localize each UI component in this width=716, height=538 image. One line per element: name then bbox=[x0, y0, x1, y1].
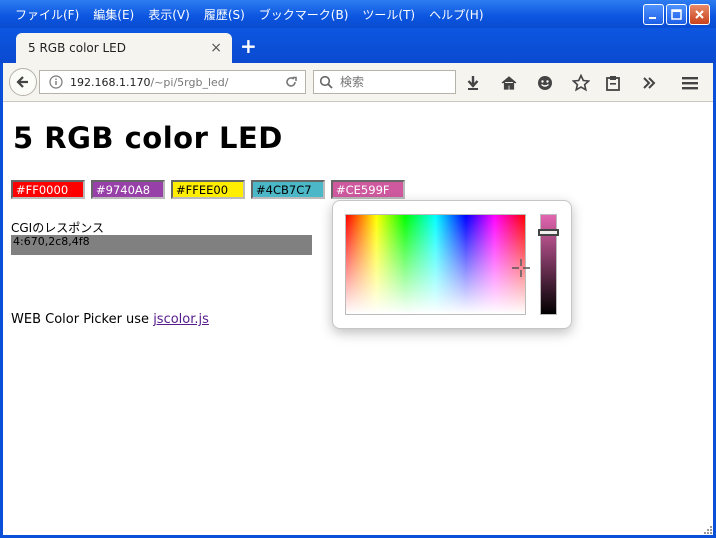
footer-label: WEB Color Picker use bbox=[11, 312, 154, 327]
menu-bookmarks[interactable]: ブックマーク(B) bbox=[252, 6, 356, 23]
close-window-button[interactable] bbox=[689, 4, 710, 25]
page-title: 5 RGB color LED bbox=[13, 121, 283, 155]
clipboard-icon bbox=[606, 76, 620, 91]
page-content: 5 RGB color LED #FF0000 #9740A8 #FFEE00 #4C… bbox=[3, 102, 713, 535]
reload-icon[interactable] bbox=[283, 74, 299, 90]
menu-button[interactable] bbox=[680, 73, 700, 93]
new-tab-button[interactable]: + bbox=[240, 34, 257, 58]
info-icon[interactable] bbox=[48, 74, 66, 90]
download-icon bbox=[467, 76, 479, 90]
cgi-response-label: CGIのレスポンス bbox=[11, 221, 104, 235]
menu-bar: ファイル(F) 編集(E) 表示(V) 履歴(S) ブックマーク(B) ツール(… bbox=[8, 0, 491, 28]
menu-help[interactable]: ヘルプ(H) bbox=[422, 6, 490, 23]
tab-active[interactable]: 5 RGB color LED × bbox=[16, 33, 232, 63]
home-icon bbox=[501, 76, 517, 90]
nav-bar: 192.168.1.170/~pi/5rgb_led/ bbox=[3, 63, 713, 102]
color-input-5[interactable]: #CE599F bbox=[331, 180, 405, 199]
color-input-4[interactable]: #4CB7C7 bbox=[251, 180, 325, 199]
url-host: 192.168.1.170 bbox=[70, 75, 151, 89]
title-bar: ファイル(F) 編集(E) 表示(V) 履歴(S) ブックマーク(B) ツール(… bbox=[0, 0, 716, 28]
footer-text: WEB Color Picker use jscolor.js bbox=[11, 312, 209, 327]
pocket-button[interactable] bbox=[535, 73, 555, 93]
overflow-icon bbox=[643, 77, 656, 89]
url-text[interactable]: 192.168.1.170/~pi/5rgb_led/ bbox=[70, 76, 283, 89]
url-bar[interactable]: 192.168.1.170/~pi/5rgb_led/ bbox=[39, 70, 306, 94]
color-picker-popup bbox=[332, 200, 572, 329]
menu-view[interactable]: 表示(V) bbox=[141, 6, 197, 23]
tab-strip: 5 RGB color LED × bbox=[0, 28, 716, 63]
close-icon bbox=[695, 10, 704, 19]
menu-history[interactable]: 履歴(S) bbox=[197, 6, 252, 23]
jscolor-link[interactable]: jscolor.js bbox=[153, 312, 209, 327]
menu-tools[interactable]: ツール(T) bbox=[355, 6, 422, 23]
color-input-1[interactable]: #FF0000 bbox=[11, 180, 85, 199]
search-bar[interactable] bbox=[313, 70, 456, 94]
hue-saturation-pad[interactable] bbox=[345, 214, 530, 315]
tab-title: 5 RGB color LED bbox=[28, 41, 127, 55]
smiley-icon bbox=[538, 76, 552, 90]
download-button[interactable] bbox=[463, 73, 483, 93]
url-path: /~pi/5rgb_led/ bbox=[150, 75, 229, 89]
back-icon bbox=[16, 76, 28, 88]
color-input-3[interactable]: #FFEE00 bbox=[171, 180, 245, 199]
overflow-button[interactable] bbox=[639, 73, 659, 93]
tab-close-icon[interactable]: × bbox=[210, 40, 222, 56]
color-input-2[interactable]: #9740A8 bbox=[91, 180, 165, 199]
bookmarks-list-button[interactable] bbox=[603, 73, 623, 93]
home-button[interactable] bbox=[499, 73, 519, 93]
menu-icon bbox=[682, 77, 698, 90]
back-button[interactable] bbox=[9, 68, 37, 96]
star-icon bbox=[572, 74, 590, 92]
minimize-button[interactable] bbox=[643, 4, 664, 25]
cgi-response-value: 4:670,2c8,4f8 bbox=[11, 235, 312, 255]
maximize-button[interactable] bbox=[666, 4, 687, 25]
menu-edit[interactable]: 編集(E) bbox=[86, 6, 141, 23]
crosshair-icon[interactable] bbox=[511, 258, 531, 278]
menu-file[interactable]: ファイル(F) bbox=[8, 6, 86, 23]
bookmark-star-button[interactable] bbox=[571, 73, 591, 93]
resize-grip-icon[interactable] bbox=[702, 524, 712, 534]
search-input[interactable] bbox=[338, 74, 452, 90]
value-slider-handle[interactable] bbox=[538, 229, 559, 236]
search-icon bbox=[319, 75, 333, 89]
window-controls bbox=[643, 4, 710, 25]
maximize-icon bbox=[671, 9, 682, 20]
minimize-icon bbox=[649, 17, 656, 19]
